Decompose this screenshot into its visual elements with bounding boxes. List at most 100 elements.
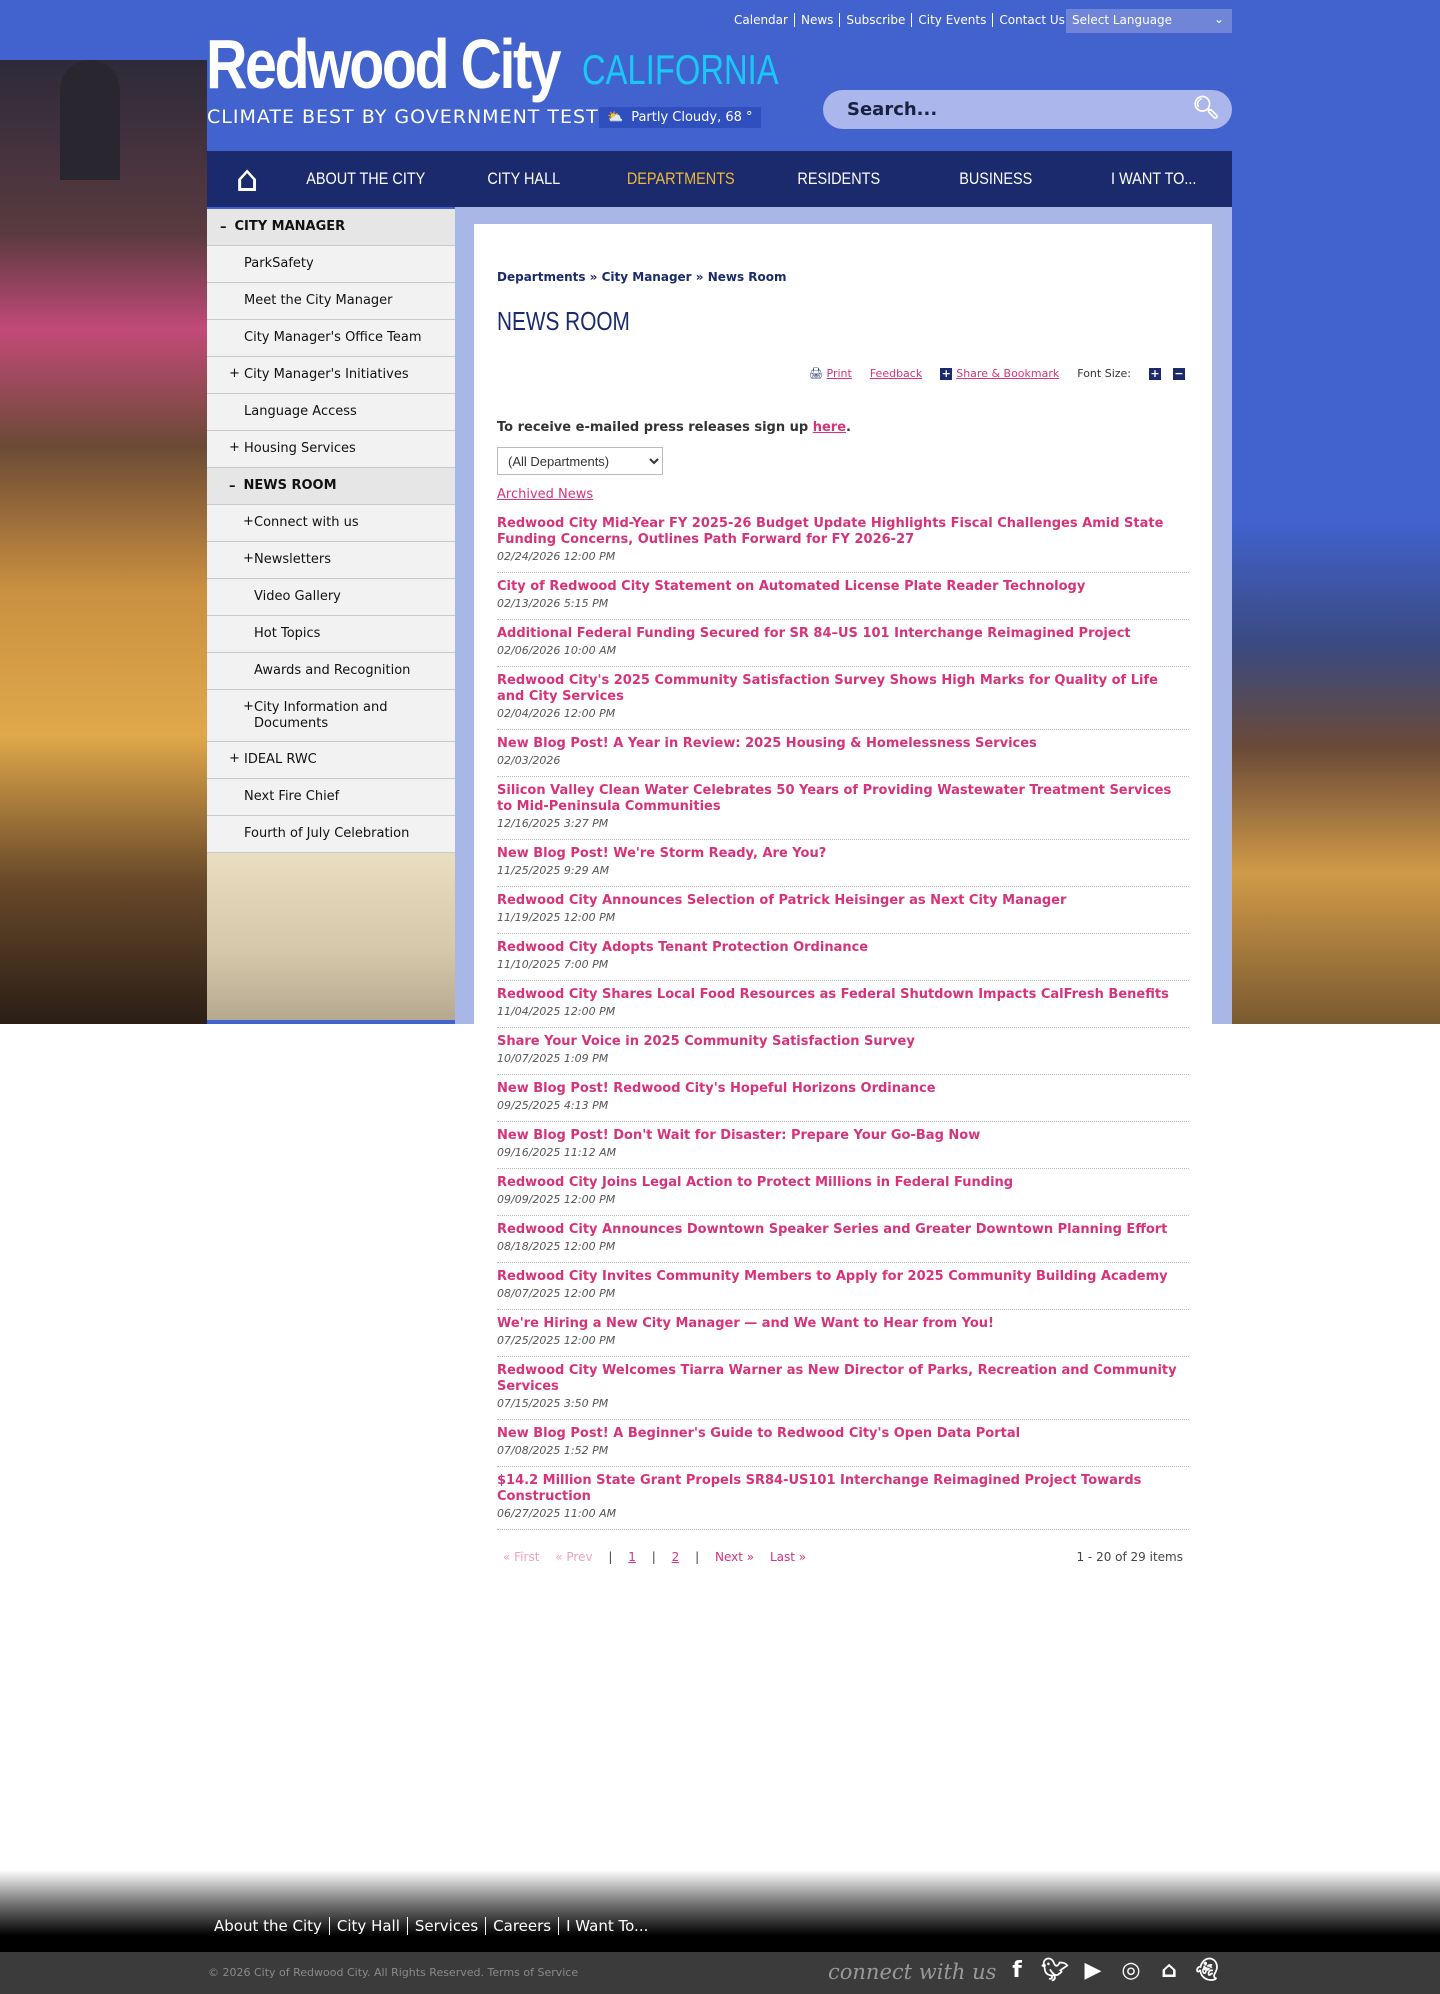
news-title-link[interactable]: Redwood City Announces Downtown Speaker … <box>497 1222 1177 1238</box>
font-increase-icon[interactable]: + <box>1149 367 1161 380</box>
nextdoor-icon[interactable]: ⌂ <box>1155 1957 1183 1985</box>
news-title-link[interactable]: Redwood City Welcomes Tiarra Warner as N… <box>497 1363 1177 1395</box>
sidebar: – City Manager ParkSafety Meet the City Man… <box>207 209 455 1020</box>
expand-icon[interactable]: + <box>243 514 254 529</box>
news-title-link[interactable]: Share Your Voice in 2025 Community Satis… <box>497 1034 1177 1050</box>
news-title-link[interactable]: Additional Federal Funding Secured for S… <box>497 626 1177 642</box>
expand-icon[interactable]: + <box>229 366 240 381</box>
department-filter-select[interactable]: (All Departments) <box>497 447 663 475</box>
expand-icon[interactable]: + <box>229 751 240 766</box>
link-contact-us[interactable]: Contact Us <box>993 13 1071 27</box>
news-item: $14.2 Million State Grant Propels SR84-U… <box>497 1467 1189 1530</box>
instagram-icon[interactable]: ◎ <box>1117 1957 1145 1985</box>
footer-city-hall[interactable]: City Hall <box>330 1917 408 1935</box>
facebook-icon[interactable]: f <box>1003 1957 1031 1985</box>
sidebar-item[interactable]: Awards and Recognition <box>207 653 455 690</box>
partly-cloudy-icon: ⛅ <box>607 110 624 125</box>
footer-about[interactable]: About the City <box>207 1917 330 1935</box>
collapse-icon[interactable]: – <box>229 479 236 494</box>
signup-here-link[interactable]: here <box>813 420 846 435</box>
print-link[interactable]: Print <box>827 367 852 380</box>
pager-prev[interactable]: « Prev <box>555 1550 592 1564</box>
news-title-link[interactable]: Redwood City Adopts Tenant Protection Or… <box>497 940 1177 956</box>
connect-label: connect with us <box>828 1960 997 1984</box>
nav-i-want-to[interactable]: I WANT TO... <box>1086 169 1220 189</box>
nav-residents[interactable]: RESIDENTS <box>771 169 905 189</box>
sidebar-item[interactable]: – News Room <box>207 468 455 505</box>
feedback-link[interactable]: Feedback <box>870 367 922 380</box>
expand-icon[interactable]: + <box>229 440 240 455</box>
sidebar-item[interactable]: Meet the City Manager <box>207 283 455 320</box>
sidebar-item[interactable]: City Manager's Office Team <box>207 320 455 357</box>
sidebar-item[interactable]: ParkSafety <box>207 246 455 283</box>
news-title-link[interactable]: City of Redwood City Statement on Automa… <box>497 579 1177 595</box>
news-title-link[interactable]: New Blog Post! Redwood City's Hopeful Ho… <box>497 1081 1177 1097</box>
archived-news-link[interactable]: Archived News <box>497 487 1189 502</box>
sidebar-item[interactable]: + Newsletters <box>207 542 455 579</box>
sidebar-item[interactable]: + Housing Services <box>207 431 455 468</box>
font-decrease-icon[interactable]: − <box>1173 367 1185 380</box>
sidebar-item[interactable]: + City Manager's Initiatives <box>207 357 455 394</box>
sidebar-item[interactable]: Language Access <box>207 394 455 431</box>
footer-services[interactable]: Services <box>408 1917 487 1935</box>
news-title-link[interactable]: New Blog Post! A Beginner's Guide to Red… <box>497 1426 1177 1442</box>
share-bookmark-link[interactable]: Share & Bookmark <box>956 367 1059 380</box>
nav-departments[interactable]: DEPARTMENTS <box>614 169 748 189</box>
pager-page-2[interactable]: 2 <box>672 1550 680 1564</box>
sidebar-item[interactable]: + IDEAL RWC <box>207 742 455 779</box>
sidebar-item[interactable]: – City Manager <box>207 209 455 246</box>
sidebar-item[interactable]: + City Information and Documents <box>207 690 455 742</box>
news-title-link[interactable]: We're Hiring a New City Manager — and We… <box>497 1316 1177 1332</box>
news-date: 02/03/2026 <box>497 754 561 767</box>
language-select[interactable]: Select Language ⌄ <box>1066 9 1232 33</box>
expand-icon[interactable]: + <box>243 699 254 714</box>
news-item: Silicon Valley Clean Water Celebrates 50… <box>497 777 1189 840</box>
nav-business[interactable]: BUSINESS <box>929 169 1063 189</box>
search-input[interactable]: Search... 🔍︎ <box>823 90 1232 129</box>
home-icon[interactable]: ⌂ <box>207 159 287 200</box>
breadcrumb[interactable]: Departments » City Manager » News Room <box>497 270 1189 284</box>
collapse-icon[interactable]: – <box>220 220 227 235</box>
news-item: Redwood City's 2025 Community Satisfacti… <box>497 667 1189 730</box>
sidebar-item[interactable]: Fourth of July Celebration <box>207 816 455 853</box>
search-icon[interactable]: 🔍︎ <box>1192 96 1220 121</box>
news-title-link[interactable]: Redwood City's 2025 Community Satisfacti… <box>497 673 1177 705</box>
pager-last[interactable]: Last » <box>770 1550 806 1564</box>
search-placeholder: Search... <box>847 99 938 120</box>
link-news[interactable]: News <box>795 13 841 27</box>
sidebar-item[interactable]: Video Gallery <box>207 579 455 616</box>
link-subscribe[interactable]: Subscribe <box>840 13 913 27</box>
news-title-link[interactable]: Redwood City Invites Community Members t… <box>497 1269 1177 1285</box>
sidebar-item[interactable]: + Connect with us <box>207 505 455 542</box>
news-item: New Blog Post! We're Storm Ready, Are Yo… <box>497 840 1189 887</box>
news-title-link[interactable]: $14.2 Million State Grant Propels SR84-U… <box>497 1473 1177 1505</box>
nav-about-the-city[interactable]: ABOUT THE CITY <box>299 169 433 189</box>
news-title-link[interactable]: Redwood City Mid-Year FY 2025-26 Budget … <box>497 516 1177 548</box>
sidebar-item[interactable]: Hot Topics <box>207 616 455 653</box>
news-title-link[interactable]: New Blog Post! Don't Wait for Disaster: … <box>497 1128 1177 1144</box>
news-title-link[interactable]: Silicon Valley Clean Water Celebrates 50… <box>497 783 1177 815</box>
expand-icon[interactable]: + <box>243 551 254 566</box>
news-date: 11/10/2025 7:00 PM <box>497 958 609 971</box>
pager-next[interactable]: Next » <box>715 1550 754 1564</box>
pager-first[interactable]: « First <box>503 1550 539 1564</box>
tagline: CLIMATE BEST BY GOVERNMENT TEST <box>207 106 599 128</box>
link-city-events[interactable]: City Events <box>912 13 994 27</box>
link-calendar[interactable]: Calendar <box>728 13 795 27</box>
news-title-link[interactable]: Redwood City Joins Legal Action to Prote… <box>497 1175 1177 1191</box>
news-title-link[interactable]: New Blog Post! A Year in Review: 2025 Ho… <box>497 736 1177 752</box>
snapchat-icon[interactable]: 👻︎ <box>1193 1957 1221 1985</box>
pager-page-1[interactable]: 1 <box>628 1550 636 1564</box>
news-title-link[interactable]: New Blog Post! We're Storm Ready, Are Yo… <box>497 846 1177 862</box>
nav-city-hall[interactable]: CITY HALL <box>456 169 590 189</box>
logo[interactable]: Redwood City <box>206 24 562 104</box>
news-title-link[interactable]: Redwood City Shares Local Food Resources… <box>497 987 1177 1003</box>
news-date: 11/19/2025 12:00 PM <box>497 911 616 924</box>
sidebar-item[interactable]: Next Fire Chief <box>207 779 455 816</box>
youtube-icon[interactable]: ▶ <box>1079 1957 1107 1985</box>
twitter-icon[interactable]: 🐦︎ <box>1041 1957 1069 1985</box>
footer-careers[interactable]: Careers <box>486 1917 560 1935</box>
footer-i-want-to[interactable]: I Want To... <box>559 1917 655 1935</box>
news-date: 09/09/2025 12:00 PM <box>497 1193 616 1206</box>
news-title-link[interactable]: Redwood City Announces Selection of Patr… <box>497 893 1177 909</box>
